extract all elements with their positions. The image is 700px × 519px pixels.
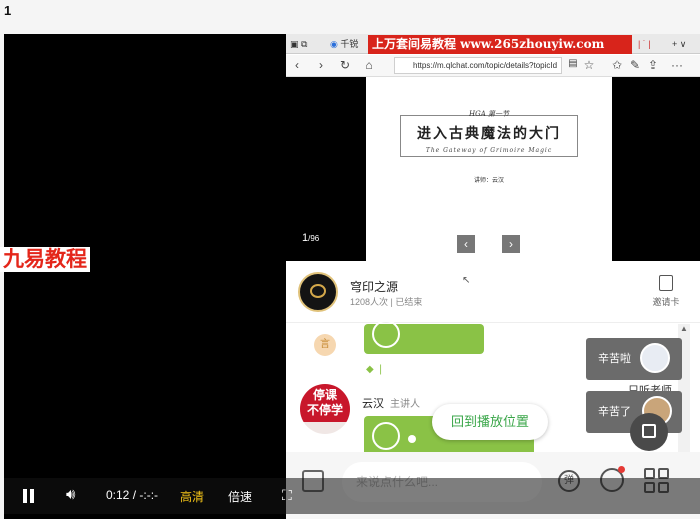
player-controls: 🔊︎ 0:12 / -:-:- 高清 倍速 ⛶ bbox=[4, 478, 700, 514]
teacher-label: 云汉 主讲人 bbox=[362, 395, 420, 411]
new-tab-button[interactable]: + ∨ bbox=[672, 37, 686, 51]
time-display: 0:12 / -:-:- bbox=[106, 488, 158, 502]
logo-emblem-icon bbox=[310, 284, 326, 298]
notification-dot bbox=[618, 466, 625, 473]
more-icon[interactable]: ··· bbox=[670, 58, 684, 72]
scroll-up-icon[interactable]: ▲ bbox=[678, 324, 690, 333]
slide: HGA 第一节 进入古典魔法的大门 The Gateway of Grimoir… bbox=[366, 77, 612, 261]
back-icon[interactable]: ‹ bbox=[290, 58, 304, 72]
topic-title: 穹印之源 bbox=[350, 280, 399, 294]
fullscreen-icon[interactable]: ⛶ bbox=[282, 487, 292, 504]
browser-tab-label: 千锐 bbox=[340, 39, 359, 49]
audio-progress-marks: ◆ ❘ bbox=[366, 364, 385, 375]
watermark-left: 九易教程 bbox=[0, 247, 90, 272]
audio-progress-knob[interactable] bbox=[408, 435, 416, 443]
page-number: 1 bbox=[4, 3, 12, 18]
browser-tab-icons[interactable]: ▣ ⧉ bbox=[290, 37, 307, 51]
slide-author: 讲师：云汉 bbox=[473, 178, 504, 184]
volume-icon[interactable]: 🔊︎ bbox=[66, 486, 75, 503]
teacher-avatar-text: 停课 不停学 bbox=[300, 384, 350, 422]
refresh-icon[interactable]: ↻ bbox=[338, 58, 352, 72]
teacher-role: 主讲人 bbox=[390, 399, 420, 410]
next-slide-button[interactable]: › bbox=[502, 235, 520, 253]
play-icon[interactable] bbox=[372, 422, 400, 450]
url-input[interactable]: https://m.qlchat.com/topic/details?topic… bbox=[394, 57, 562, 74]
channel-logo[interactable] bbox=[298, 272, 338, 312]
tab-favicon-icon: ◉ bbox=[330, 39, 338, 49]
avatar[interactable]: 言 bbox=[314, 334, 336, 356]
time-separator: / bbox=[132, 488, 137, 502]
pen-icon[interactable]: ✎ bbox=[628, 58, 642, 72]
avatar[interactable] bbox=[640, 343, 670, 373]
browser-tab[interactable]: ◉ 千锐 bbox=[330, 37, 358, 51]
forward-icon[interactable]: › bbox=[314, 58, 328, 72]
chat-action-icon bbox=[642, 424, 656, 438]
slide-title: 进入古典魔法的大门 bbox=[417, 126, 561, 142]
share-icon[interactable]: ⇪ bbox=[646, 58, 660, 72]
current-time: 0:12 bbox=[106, 488, 130, 502]
tab-strip-marks: | ˙ | bbox=[638, 39, 651, 49]
danmaku-text-1: 辛苦啦 bbox=[598, 353, 631, 365]
watermark-banner: 上万套间易教程 www.265zhouyiw.com bbox=[368, 35, 632, 54]
slide-subtitle-en: The Gateway of Grimoire Magic bbox=[425, 147, 553, 154]
topic-info-bar: 穹印之源 1208人次 | 已结束 ↖ 邀请卡 bbox=[286, 261, 700, 323]
reader-icon[interactable]: ▤ bbox=[566, 58, 580, 69]
favorites-bar-icon[interactable]: ✩ bbox=[610, 58, 624, 72]
slide-page-counter: 1/96 bbox=[302, 232, 319, 244]
slide-subtitle-top: HGA 第一节 bbox=[469, 110, 509, 118]
quality-button[interactable]: 高清 bbox=[180, 488, 204, 505]
prev-slide-button[interactable]: ‹ bbox=[457, 235, 475, 253]
teacher-name: 云汉 bbox=[362, 398, 384, 410]
invite-card-button[interactable]: 邀请卡 bbox=[648, 275, 684, 308]
chat-action-button[interactable] bbox=[630, 413, 668, 451]
home-icon[interactable]: ⌂ bbox=[362, 58, 376, 72]
browser-tab-bar: ▣ ⧉ ◉ 千锐 上万套间易教程 www.265zhouyiw.com | ˙ … bbox=[286, 34, 700, 54]
slide-area: HGA 第一节 进入古典魔法的大门 The Gateway of Grimoir… bbox=[286, 77, 700, 261]
address-bar: ‹ › ↻ ⌂ https://m.qlchat.com/topic/detai… bbox=[286, 55, 700, 77]
favorite-icon[interactable]: ☆ bbox=[582, 58, 596, 72]
pause-icon[interactable] bbox=[22, 489, 36, 503]
speed-button[interactable]: 倍速 bbox=[228, 488, 252, 505]
teacher-avatar[interactable]: 停课 不停学 bbox=[300, 384, 350, 434]
audio-message-bar[interactable] bbox=[364, 320, 484, 354]
return-to-position-button[interactable]: 回到播放位置 bbox=[432, 404, 548, 440]
invite-card-label: 邀请卡 bbox=[652, 297, 680, 307]
slide-page-total: /96 bbox=[308, 234, 320, 243]
topic-stats: 1208人次 | 已结束 bbox=[350, 297, 423, 307]
invite-card-icon bbox=[659, 275, 673, 291]
play-icon[interactable] bbox=[372, 320, 400, 348]
danmaku-text-2: 辛苦了 bbox=[598, 406, 631, 418]
total-time: -:-:- bbox=[139, 488, 159, 502]
mouse-cursor-icon: ↖ bbox=[462, 275, 471, 286]
